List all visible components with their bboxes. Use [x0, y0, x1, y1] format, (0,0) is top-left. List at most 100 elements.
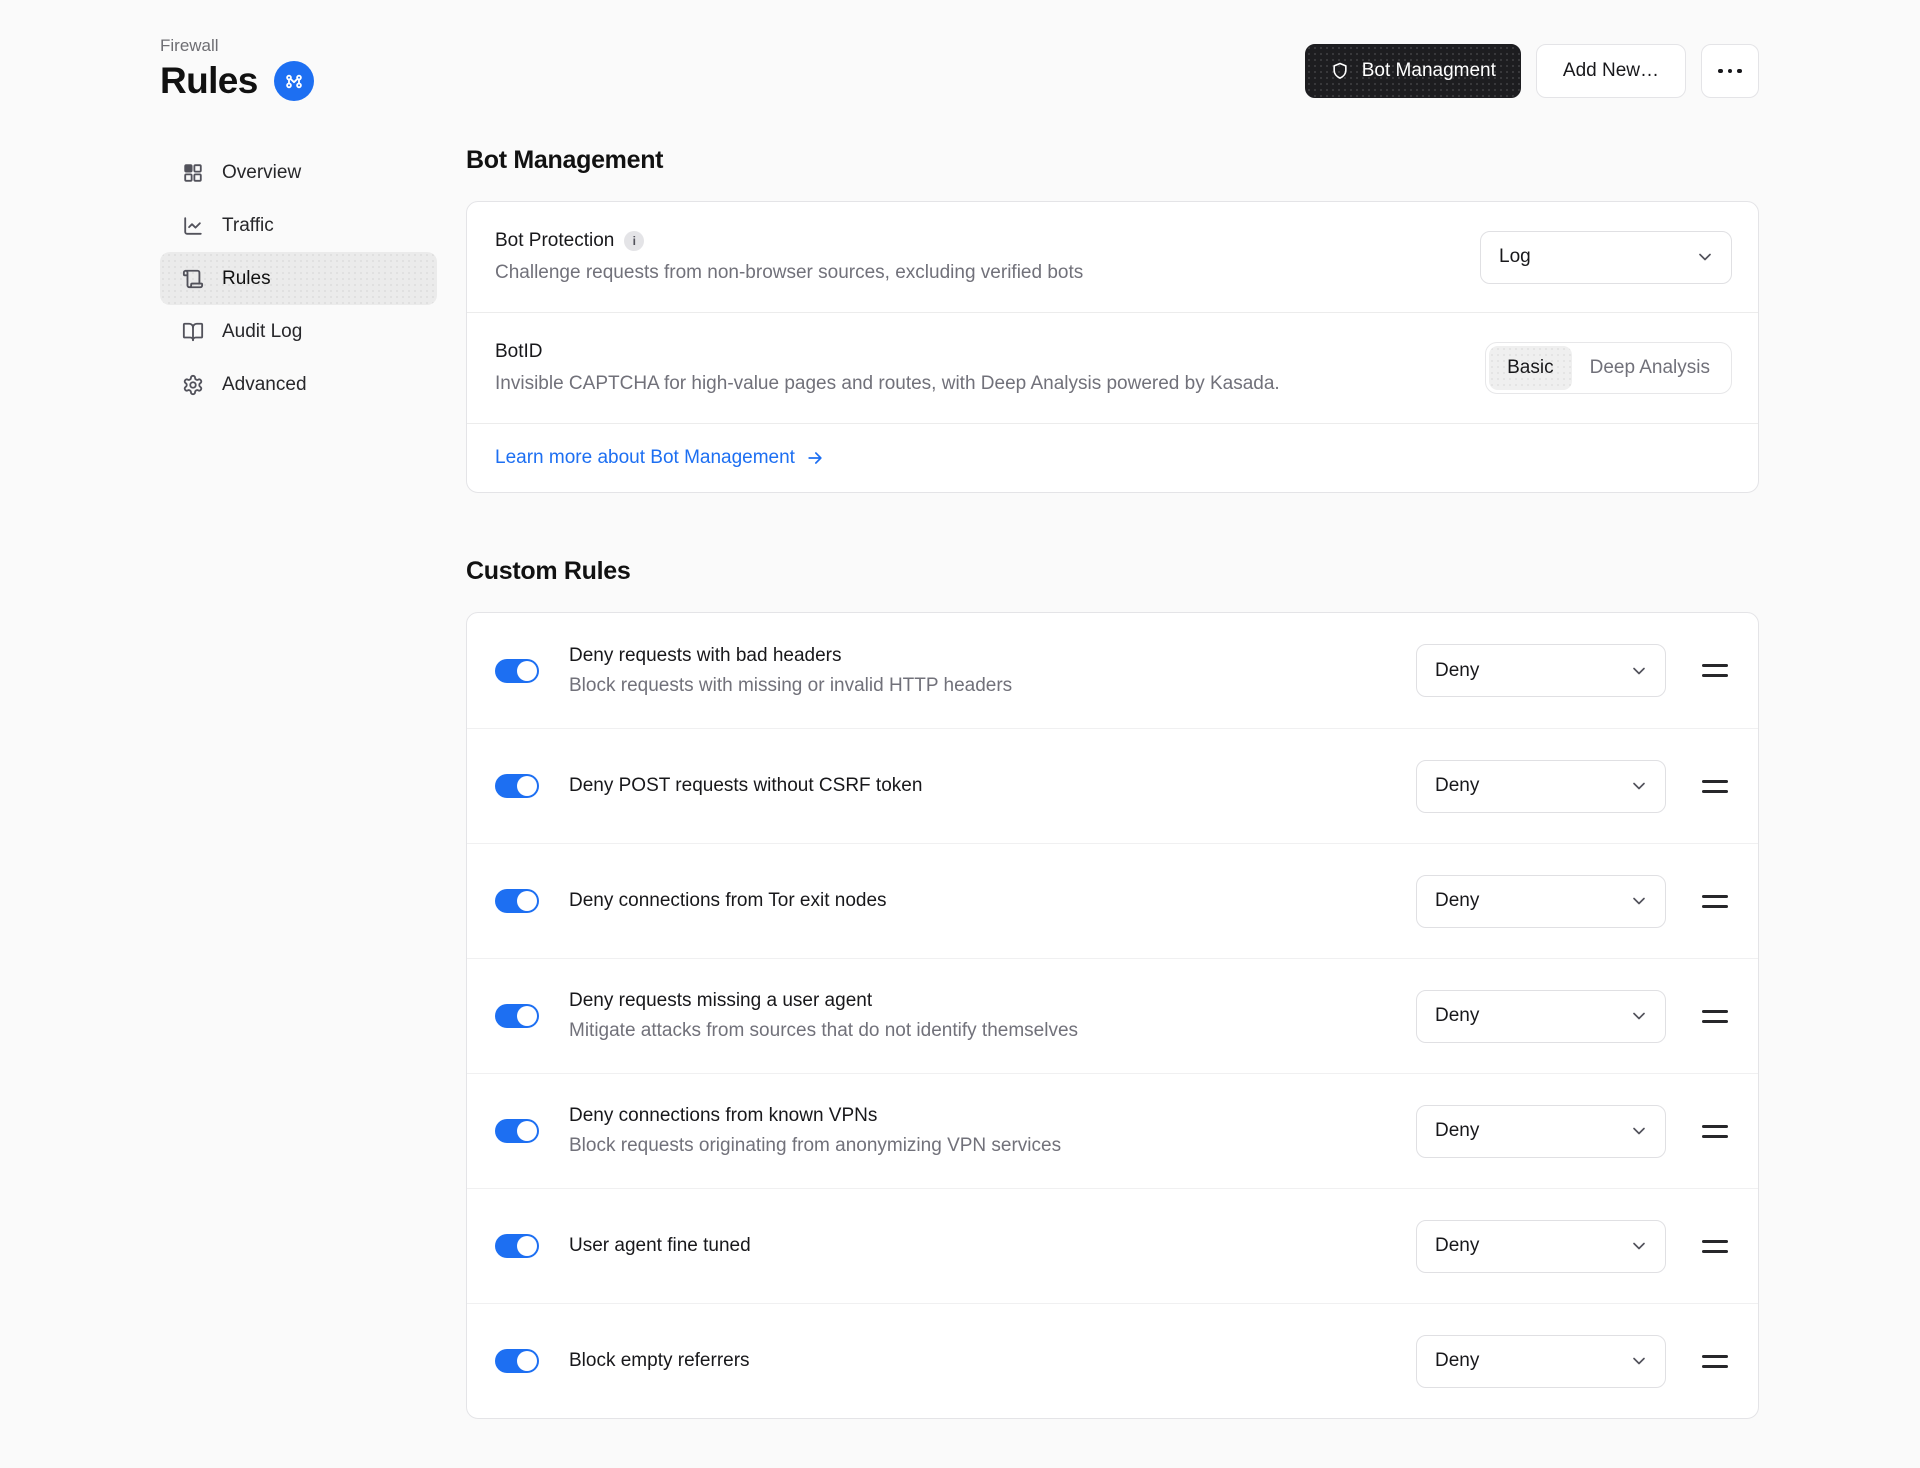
- chevron-down-icon: [1629, 891, 1649, 911]
- bot-protection-text: Bot Protection i Challenge requests from…: [495, 230, 1083, 284]
- rule-action-select[interactable]: Deny: [1416, 875, 1666, 928]
- drag-handle-icon[interactable]: [1702, 1353, 1728, 1370]
- learn-more-row: Learn more about Bot Management: [467, 423, 1758, 492]
- botid-title: BotID: [495, 341, 543, 363]
- sidebar-item-label: Audit Log: [222, 321, 302, 343]
- sidebar-item-rules[interactable]: Rules: [160, 252, 437, 305]
- drag-handle-icon[interactable]: [1702, 778, 1728, 795]
- segment-basic[interactable]: Basic: [1489, 346, 1571, 390]
- bot-protection-select[interactable]: Log: [1480, 231, 1732, 284]
- bot-protection-description: Challenge requests from non-browser sour…: [495, 262, 1083, 284]
- bot-protection-title: Bot Protection: [495, 230, 614, 252]
- sidebar-item-overview[interactable]: Overview: [160, 146, 437, 199]
- sidebar-item-advanced[interactable]: Advanced: [160, 358, 437, 411]
- chart-line-icon: [182, 215, 204, 237]
- rule-toggle[interactable]: [495, 1004, 539, 1028]
- info-icon[interactable]: i: [624, 231, 644, 251]
- rule-action-select[interactable]: Deny: [1416, 760, 1666, 813]
- rule-action-select[interactable]: Deny: [1416, 1335, 1666, 1388]
- drag-handle-icon[interactable]: [1702, 893, 1728, 910]
- rule-description: Mitigate attacks from sources that do no…: [569, 1020, 1078, 1042]
- chevron-down-icon: [1629, 1006, 1649, 1026]
- sidebar-item-label: Advanced: [222, 374, 307, 396]
- rule-action-value: Deny: [1435, 660, 1479, 682]
- rule-toggle[interactable]: [495, 1234, 539, 1258]
- rule-action-value: Deny: [1435, 1005, 1479, 1027]
- rule-action-select[interactable]: Deny: [1416, 990, 1666, 1043]
- rule-action-select[interactable]: Deny: [1416, 644, 1666, 697]
- rule-toggle[interactable]: [495, 1349, 539, 1373]
- page-header: Firewall Rules Bot M: [160, 36, 1759, 102]
- rule-title: Deny requests missing a user agent: [569, 990, 1078, 1012]
- rule-toggle[interactable]: [495, 774, 539, 798]
- grid-icon: [182, 162, 204, 184]
- rule-description: Block requests with missing or invalid H…: [569, 675, 1012, 697]
- page-title: Rules: [160, 60, 258, 102]
- sidebar-item-label: Overview: [222, 162, 301, 184]
- rule-title: Deny connections from Tor exit nodes: [569, 890, 887, 912]
- chevron-down-icon: [1629, 1351, 1649, 1371]
- bot-management-card: Bot Protection i Challenge requests from…: [466, 201, 1759, 493]
- rule-action-value: Deny: [1435, 775, 1479, 797]
- sidebar-item-traffic[interactable]: Traffic: [160, 199, 437, 252]
- rule-title: Deny connections from known VPNs: [569, 1105, 1061, 1127]
- custom-rule-row: Deny connections from known VPNs Block r…: [467, 1073, 1758, 1188]
- learn-more-link[interactable]: Learn more about Bot Management: [495, 447, 825, 469]
- custom-rule-row: User agent fine tuned Deny: [467, 1188, 1758, 1303]
- shield-icon: [1330, 61, 1350, 81]
- bot-management-button[interactable]: Bot Managment: [1305, 44, 1521, 98]
- scroll-icon: [182, 268, 204, 290]
- sidebar-item-label: Traffic: [222, 215, 274, 237]
- bot-management-heading: Bot Management: [466, 146, 1759, 175]
- rule-action-value: Deny: [1435, 890, 1479, 912]
- add-new-button-label: Add New…: [1563, 60, 1659, 82]
- rule-toggle[interactable]: [495, 1119, 539, 1143]
- rule-action-value: Deny: [1435, 1350, 1479, 1372]
- custom-rule-row: Block empty referrers Deny: [467, 1303, 1758, 1418]
- drag-handle-icon[interactable]: [1702, 662, 1728, 679]
- botid-text: BotID Invisible CAPTCHA for high-value p…: [495, 341, 1280, 395]
- bot-route-icon: [274, 61, 314, 101]
- gear-icon: [182, 374, 204, 396]
- add-new-button[interactable]: Add New…: [1536, 44, 1686, 98]
- arrow-right-icon: [805, 448, 825, 468]
- book-open-icon: [182, 321, 204, 343]
- rule-toggle[interactable]: [495, 889, 539, 913]
- learn-more-label: Learn more about Bot Management: [495, 447, 795, 469]
- rule-action-select[interactable]: Deny: [1416, 1220, 1666, 1273]
- botid-description: Invisible CAPTCHA for high-value pages a…: [495, 373, 1280, 395]
- rule-action-value: Deny: [1435, 1120, 1479, 1142]
- ellipsis-icon: [1718, 69, 1723, 74]
- breadcrumb: Firewall: [160, 36, 314, 56]
- custom-rule-row: Deny POST requests without CSRF token De…: [467, 728, 1758, 843]
- botid-row: BotID Invisible CAPTCHA for high-value p…: [467, 312, 1758, 423]
- custom-rule-row: Deny connections from Tor exit nodes Den…: [467, 843, 1758, 958]
- rule-action-select[interactable]: Deny: [1416, 1105, 1666, 1158]
- drag-handle-icon[interactable]: [1702, 1008, 1728, 1025]
- custom-rules-list: Deny requests with bad headers Block req…: [467, 613, 1758, 1418]
- page-title-block: Firewall Rules: [160, 36, 314, 102]
- more-options-button[interactable]: [1701, 44, 1759, 98]
- bot-management-button-label: Bot Managment: [1362, 60, 1496, 82]
- rule-title: Deny POST requests without CSRF token: [569, 775, 922, 797]
- chevron-down-icon: [1695, 247, 1715, 267]
- chevron-down-icon: [1629, 776, 1649, 796]
- sidebar-item-audit-log[interactable]: Audit Log: [160, 305, 437, 358]
- firewall-rules-page: Firewall Rules Bot M: [0, 0, 1920, 1459]
- sidebar-item-label: Rules: [222, 268, 271, 290]
- custom-rules-heading: Custom Rules: [466, 557, 1759, 586]
- rule-action-value: Deny: [1435, 1235, 1479, 1257]
- drag-handle-icon[interactable]: [1702, 1123, 1728, 1140]
- rule-title: Block empty referrers: [569, 1350, 750, 1372]
- rule-title: User agent fine tuned: [569, 1235, 751, 1257]
- bot-protection-select-value: Log: [1499, 246, 1531, 268]
- chevron-down-icon: [1629, 1121, 1649, 1141]
- main-content: Bot Management Bot Protection i Challeng…: [466, 146, 1759, 1419]
- header-actions: Bot Managment Add New…: [1305, 44, 1759, 98]
- chevron-down-icon: [1629, 661, 1649, 681]
- rule-title: Deny requests with bad headers: [569, 645, 1012, 667]
- segment-deep-analysis[interactable]: Deep Analysis: [1572, 346, 1728, 390]
- rule-description: Block requests originating from anonymiz…: [569, 1135, 1061, 1157]
- drag-handle-icon[interactable]: [1702, 1238, 1728, 1255]
- rule-toggle[interactable]: [495, 659, 539, 683]
